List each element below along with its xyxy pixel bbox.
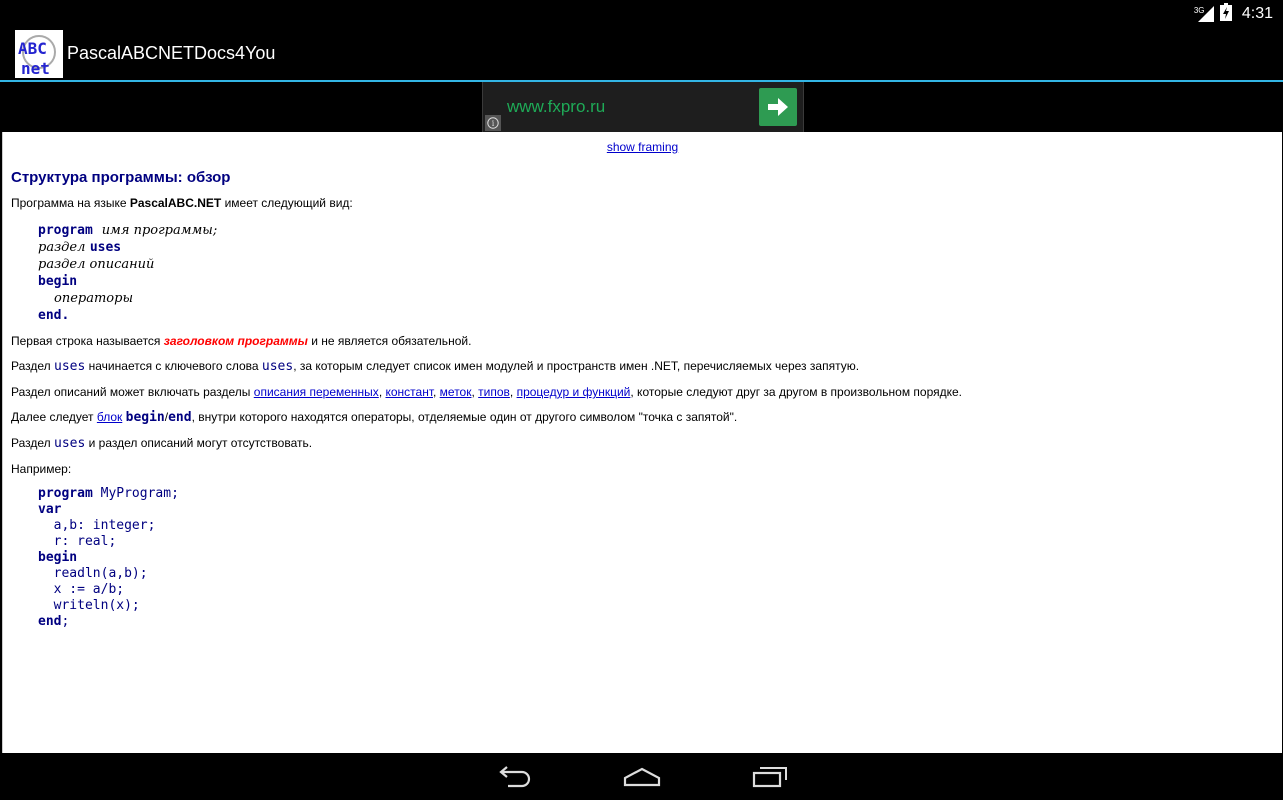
code-line: var	[38, 502, 62, 517]
clock: 4:31	[1241, 5, 1273, 22]
logo-text-abc: ABC	[18, 39, 47, 58]
web-content[interactable]: show framing Структура программы: обзор …	[2, 132, 1282, 753]
link-types[interactable]: типов	[478, 385, 510, 399]
status-indicators: 3G 4:31	[1194, 2, 1273, 26]
battery-icon	[1219, 2, 1232, 26]
code-line: end;	[38, 614, 70, 629]
back-button[interactable]	[486, 761, 542, 793]
navigation-bar	[0, 753, 1283, 800]
signal-icon: 3G	[1194, 6, 1214, 22]
ad-go-button[interactable]	[759, 88, 797, 126]
optional-paragraph: Раздел uses и раздел описаний могут отсу…	[11, 436, 313, 451]
ad-bar: www.fxpro.ru i	[0, 82, 1283, 132]
link-variables[interactable]: описания переменных	[254, 385, 379, 399]
status-bar: 3G 4:31	[0, 0, 1283, 27]
code-line: begin	[38, 550, 78, 565]
app-title: PascalABCNETDocs4You	[67, 43, 276, 63]
example-code: program MyProgram; var a,b: integer; r: …	[38, 486, 1274, 630]
home-icon	[623, 767, 661, 787]
link-labels[interactable]: меток	[440, 385, 472, 399]
svg-text:i: i	[492, 119, 495, 128]
show-framing-row: show framing	[11, 140, 1274, 154]
code-line: readln(a,b);	[38, 566, 148, 581]
ad-url[interactable]: www.fxpro.ru	[507, 97, 605, 117]
ad-banner[interactable]: www.fxpro.ru i	[482, 82, 804, 132]
link-constants[interactable]: констант	[385, 385, 433, 399]
structure-line-uses: раздел uses	[38, 240, 122, 255]
uses-paragraph: Раздел uses начинается с ключевого слова…	[11, 359, 860, 374]
example-label: Например:	[11, 462, 72, 476]
arrow-right-icon	[768, 98, 788, 116]
back-icon	[499, 766, 531, 788]
ad-info-icon[interactable]: i	[485, 115, 501, 131]
page-title: Структура программы: обзор	[11, 169, 231, 186]
language-name: PascalABC.NET	[129, 196, 222, 210]
code-line: x := a/b;	[38, 582, 125, 597]
network-type-label: 3G	[1193, 6, 1205, 15]
recent-apps-button[interactable]	[742, 761, 798, 793]
block-paragraph: Далее следует блок begin/end, внутри кот…	[11, 410, 738, 425]
program-structure: program имя программы; раздел uses разде…	[38, 221, 1274, 323]
code-line: program MyProgram;	[38, 486, 179, 501]
recent-apps-icon	[752, 767, 787, 788]
intro-paragraph: Программа на языке PascalABC.NET имеет с…	[11, 196, 353, 210]
header-paragraph: Первая строка называется заголовком прог…	[11, 334, 472, 348]
declarations-paragraph: Раздел описаний может включать разделы о…	[11, 385, 963, 399]
structure-line-program: program имя программы;	[38, 223, 218, 238]
code-line: r: real;	[38, 534, 117, 549]
code-line: a,b: integer;	[38, 518, 156, 533]
structure-line-end: end.	[38, 308, 70, 323]
link-block[interactable]: блок	[97, 410, 122, 424]
structure-line-begin: begin	[38, 274, 78, 289]
code-line: writeln(x);	[38, 598, 140, 613]
action-bar: ABC net PascalABCNETDocs4You	[0, 27, 1283, 82]
show-framing-link[interactable]: show framing	[607, 140, 678, 154]
app-logo-icon[interactable]: ABC net	[15, 30, 63, 78]
link-procedures[interactable]: процедур и функций	[517, 385, 631, 399]
program-header-term: заголовком программы	[163, 334, 308, 348]
home-button[interactable]	[614, 761, 670, 793]
structure-line-statements: операторы	[54, 291, 134, 306]
logo-text-net: net	[21, 59, 50, 78]
structure-line-declarations: раздел описаний	[38, 257, 155, 272]
